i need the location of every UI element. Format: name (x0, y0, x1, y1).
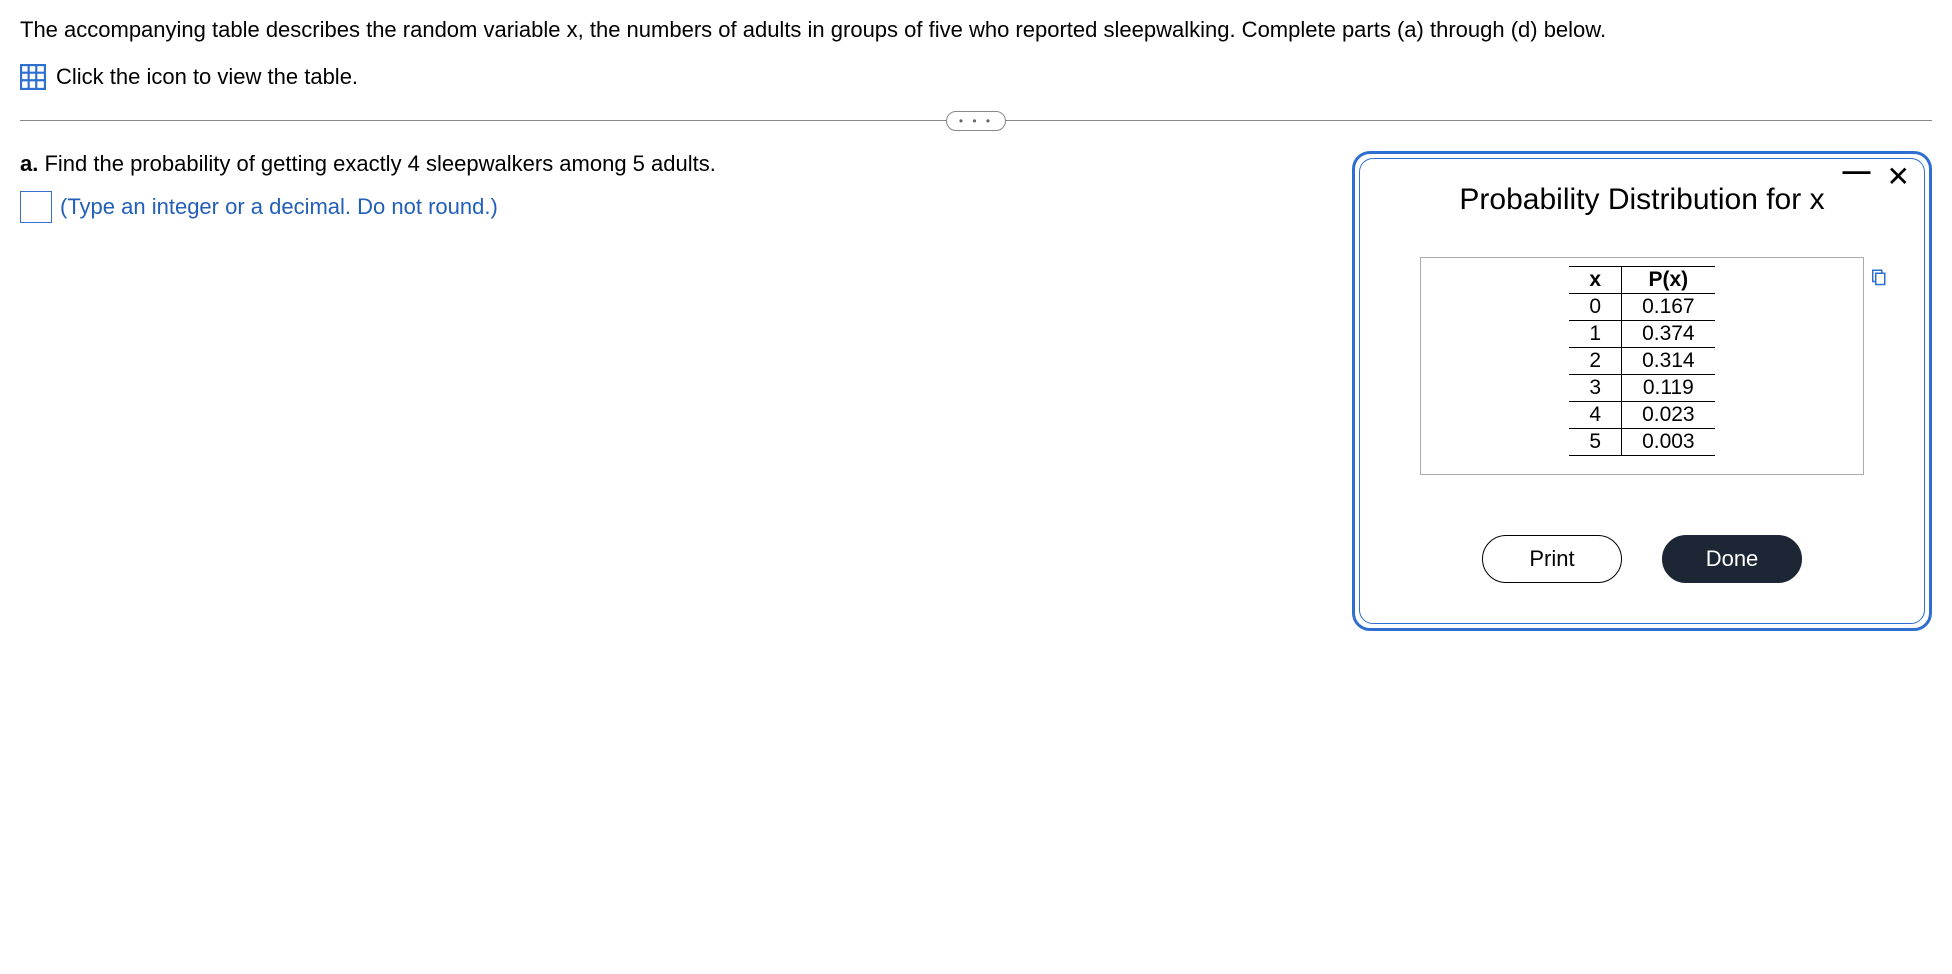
section-divider: • • • (20, 120, 1932, 121)
view-table-text: Click the icon to view the table. (56, 64, 358, 90)
cell-p: 0.023 (1622, 401, 1715, 428)
cell-x: 1 (1569, 320, 1621, 347)
header-x: x (1569, 266, 1621, 293)
table-row: 20.314 (1569, 347, 1714, 374)
header-px: P(x) (1622, 266, 1715, 293)
table-row: 40.023 (1569, 401, 1714, 428)
table-row: 00.167 (1569, 293, 1714, 320)
cell-p: 0.314 (1622, 347, 1715, 374)
distribution-table-wrap: x P(x) 00.167 10.374 20.314 30.119 40.02… (1420, 257, 1864, 475)
cell-p: 0.003 (1622, 428, 1715, 455)
table-row: 50.003 (1569, 428, 1714, 455)
print-button[interactable]: Print (1482, 535, 1622, 583)
table-row: 30.119 (1569, 374, 1714, 401)
table-icon (20, 64, 46, 90)
cell-x: 0 (1569, 293, 1621, 320)
intro-text: The accompanying table describes the ran… (20, 15, 1932, 46)
cell-x: 2 (1569, 347, 1621, 374)
cell-p: 0.167 (1622, 293, 1715, 320)
collapse-toggle[interactable]: • • • (946, 111, 1006, 131)
part-a-question: a. Find the probability of getting exact… (20, 151, 1312, 177)
part-a-text: Find the probability of getting exactly … (38, 151, 716, 176)
modal-title: Probability Distribution for x (1390, 183, 1894, 217)
minimize-icon[interactable]: — (1843, 166, 1871, 176)
part-a-label: a. (20, 151, 38, 176)
answer-input[interactable] (20, 191, 52, 223)
copy-icon[interactable] (1869, 266, 1887, 284)
cell-x: 4 (1569, 401, 1621, 428)
table-header-row: x P(x) (1569, 266, 1714, 293)
answer-hint: (Type an integer or a decimal. Do not ro… (60, 194, 498, 220)
close-icon[interactable]: ✕ (1887, 167, 1910, 187)
cell-p: 0.119 (1622, 374, 1715, 401)
cell-p: 0.374 (1622, 320, 1715, 347)
distribution-table: x P(x) 00.167 10.374 20.314 30.119 40.02… (1569, 266, 1714, 456)
done-button[interactable]: Done (1662, 535, 1802, 583)
cell-x: 5 (1569, 428, 1621, 455)
probability-modal: — ✕ Probability Distribution for x x P(x… (1352, 151, 1932, 631)
view-table-link[interactable]: Click the icon to view the table. (20, 64, 1932, 90)
cell-x: 3 (1569, 374, 1621, 401)
table-row: 10.374 (1569, 320, 1714, 347)
